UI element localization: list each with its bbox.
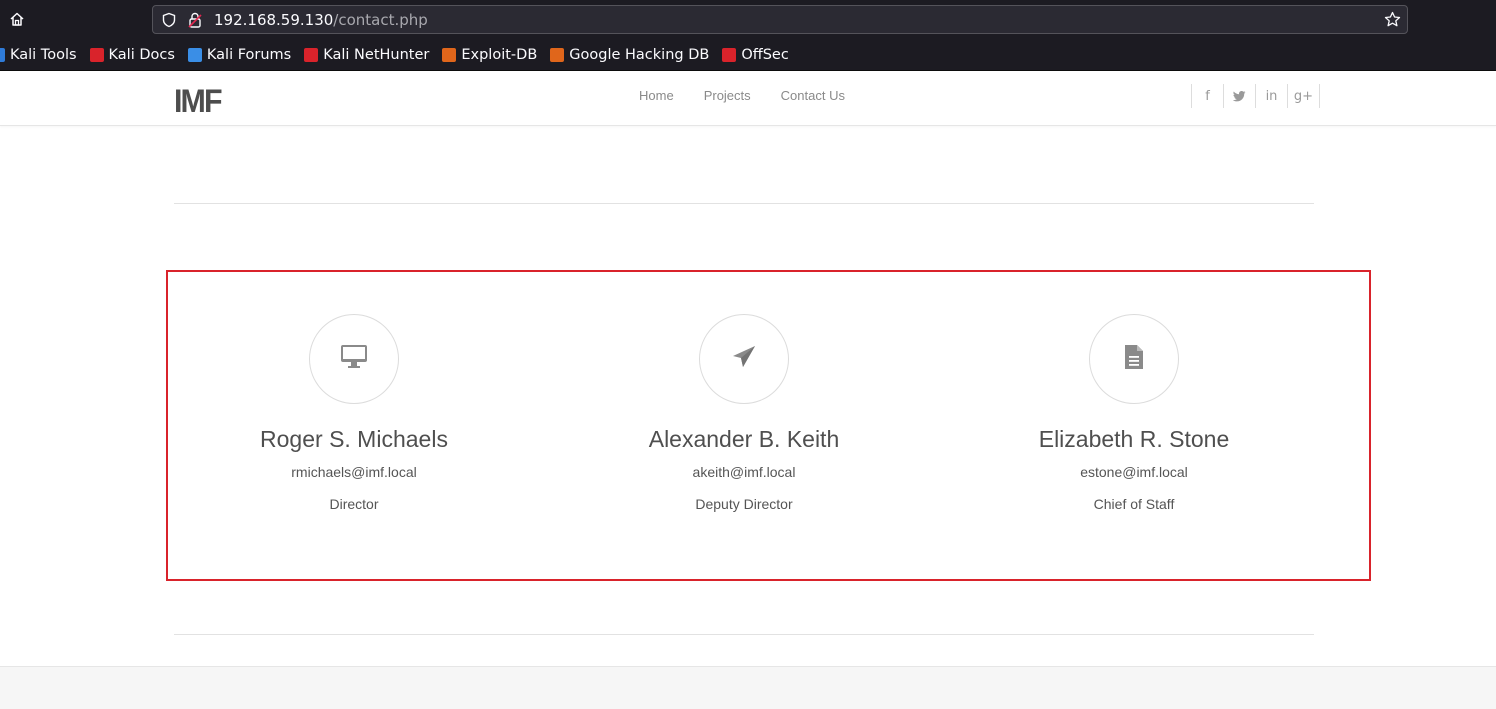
home-icon[interactable] <box>6 8 28 30</box>
bookmark-label: Kali Forums <box>206 47 292 63</box>
exploit-db-favicon-icon <box>442 48 457 62</box>
nav-home[interactable]: Home <box>639 88 674 103</box>
social-links: f in g+ <box>1191 84 1320 108</box>
bookmark-label: Exploit-DB <box>461 47 538 63</box>
url-bar[interactable]: 192.168.59.130/contact.php <box>152 5 1408 34</box>
bookmark-kali-forums[interactable]: Kali Forums <box>187 47 292 63</box>
url-path: /contact.php <box>333 11 428 29</box>
contact-name: Alexander B. Keith <box>648 426 840 452</box>
bookmark-label: Kali Tools <box>10 47 77 63</box>
site-header: IMF Home Projects Contact Us f in g+ <box>0 71 1496 126</box>
kali-docs-favicon-icon <box>89 48 104 62</box>
contact-name: Roger S. Michaels <box>260 426 448 452</box>
bookmark-kali-tools[interactable]: Kali Tools <box>0 47 77 63</box>
site-footer: IMF <box>0 666 1496 709</box>
kali-forums-favicon-icon <box>187 48 202 62</box>
bookmark-label: Google Hacking DB <box>569 47 710 63</box>
kali-nethunter-favicon-icon <box>304 48 319 62</box>
contact-icon-circle <box>699 314 789 404</box>
facebook-icon[interactable]: f <box>1192 84 1224 108</box>
insecure-lock-icon[interactable] <box>187 11 203 34</box>
bookmark-exploit-db[interactable]: Exploit-DB <box>442 47 537 63</box>
bookmark-label: Kali Docs <box>108 47 175 63</box>
contact-role: Director <box>329 496 379 512</box>
contact-email[interactable]: akeith@imf.local <box>554 463 934 481</box>
contact-icon-circle <box>309 314 399 404</box>
bookmark-offsec[interactable]: OffSec <box>722 47 789 63</box>
divider-bottom <box>174 634 1314 635</box>
document-icon <box>1123 344 1145 375</box>
kali-tools-favicon-icon <box>0 48 5 62</box>
desktop-icon <box>340 344 368 375</box>
divider-top <box>174 203 1314 204</box>
bookmark-kali-docs[interactable]: Kali Docs <box>89 47 175 63</box>
url-host: 192.168.59.130 <box>214 11 334 29</box>
paper-plane-icon <box>731 344 757 375</box>
contact-role: Deputy Director <box>695 496 793 512</box>
browser-toolbar: 192.168.59.130/contact.php Kali Tools Kal… <box>0 0 1496 71</box>
contact-card: Alexander B. Keith akeith@imf.local Depu… <box>554 314 934 513</box>
contact-name: Elizabeth R. Stone <box>1038 426 1230 452</box>
google-hacking-db-favicon-icon <box>550 48 565 62</box>
nav-projects[interactable]: Projects <box>704 88 751 103</box>
contact-card: Elizabeth R. Stone estone@imf.local Chie… <box>944 314 1324 513</box>
contact-icon-circle <box>1089 314 1179 404</box>
bookmark-google-hacking-db[interactable]: Google Hacking DB <box>550 47 709 63</box>
site-logo[interactable]: IMF <box>174 84 223 118</box>
bookmark-label: Kali NetHunter <box>323 47 430 63</box>
url-text[interactable]: 192.168.59.130/contact.php <box>214 11 428 29</box>
bookmark-kali-nethunter[interactable]: Kali NetHunter <box>304 47 429 63</box>
main-nav: Home Projects Contact Us <box>639 88 875 103</box>
bookmark-star-icon[interactable] <box>1384 11 1401 33</box>
contact-role: Chief of Staff <box>1093 496 1175 512</box>
nav-contact-us[interactable]: Contact Us <box>781 88 845 103</box>
google-plus-icon[interactable]: g+ <box>1288 84 1320 108</box>
contact-card: Roger S. Michaels rmichaels@imf.local Di… <box>164 314 544 513</box>
contact-email[interactable]: estone@imf.local <box>944 463 1324 481</box>
twitter-icon[interactable] <box>1224 84 1256 108</box>
contact-email[interactable]: rmichaels@imf.local <box>164 463 544 481</box>
bookmarks-bar: Kali Tools Kali Docs Kali Forums Kali NetHu… <box>0 43 802 67</box>
footer-logo: IMF <box>722 704 773 709</box>
linkedin-icon[interactable]: in <box>1256 84 1288 108</box>
offsec-favicon-icon <box>722 48 737 62</box>
bookmark-label: OffSec <box>741 47 789 63</box>
shield-icon[interactable] <box>161 12 177 33</box>
